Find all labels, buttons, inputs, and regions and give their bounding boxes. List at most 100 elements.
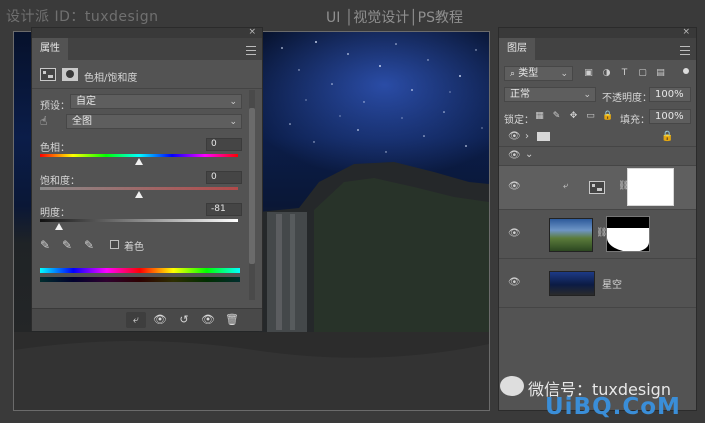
layers-menu-icon[interactable] bbox=[680, 46, 690, 55]
preset-value: 自定 bbox=[76, 96, 96, 107]
chevron-down-icon: ⌄ bbox=[229, 117, 237, 127]
properties-footer: ⤶ 👁 ↺ 👁 🗑 bbox=[32, 308, 262, 331]
colorize-checkbox[interactable] bbox=[110, 240, 119, 249]
eye-icon[interactable]: 👁 bbox=[508, 181, 521, 192]
lightness-slider-track[interactable] bbox=[40, 219, 238, 222]
chevron-right-icon[interactable]: › bbox=[525, 131, 529, 142]
properties-panel-topbar: × bbox=[32, 27, 262, 38]
eye-icon[interactable]: 👁 bbox=[508, 228, 521, 239]
chevron-down-icon: ⌄ bbox=[560, 69, 568, 79]
layer-name: 星空 bbox=[602, 280, 622, 291]
saturation-input[interactable]: 0 bbox=[206, 171, 242, 184]
chevron-down-icon[interactable]: ⌄ bbox=[525, 149, 533, 160]
view-previous-state-button[interactable]: 👁 bbox=[150, 312, 170, 328]
eyedropper-icon[interactable]: ✎ bbox=[40, 238, 50, 252]
opacity-input[interactable]: 100% bbox=[649, 87, 691, 102]
output-spectrum-bar bbox=[40, 277, 240, 282]
filter-pixel-icon[interactable]: ▣ bbox=[583, 68, 594, 78]
layer-thumbnail[interactable] bbox=[549, 218, 593, 252]
eye-icon[interactable]: 👁 bbox=[508, 131, 521, 142]
layers-tabbar: 图层 bbox=[499, 38, 696, 60]
clip-indicator-icon: ⤶ bbox=[563, 181, 569, 191]
properties-close-button[interactable]: × bbox=[248, 27, 256, 37]
lock-position-icon[interactable]: ✥ bbox=[568, 111, 579, 121]
layers-panel-topbar: × bbox=[499, 27, 696, 38]
divider bbox=[32, 88, 262, 89]
layer-mask-icon[interactable] bbox=[62, 68, 78, 81]
clip-to-layer-button[interactable]: ⤶ bbox=[126, 312, 146, 328]
filter-smart-object-icon[interactable]: ▤ bbox=[655, 68, 666, 78]
layer-row-waterfall[interactable]: 👁 ⛓ bbox=[499, 210, 696, 259]
filter-type-icon[interactable]: T bbox=[619, 68, 630, 78]
tab-layers[interactable]: 图层 bbox=[499, 38, 535, 60]
lock-label: 锁定： bbox=[504, 115, 534, 126]
lightness-label: 明度： bbox=[40, 208, 70, 219]
properties-tabbar: 属性 bbox=[32, 38, 262, 60]
properties-menu-icon[interactable] bbox=[246, 46, 256, 55]
toggle-visibility-button[interactable]: 👁 bbox=[198, 312, 218, 328]
site-watermark: UiBQ.CoM bbox=[545, 394, 681, 420]
saturation-slider-track[interactable] bbox=[40, 187, 238, 190]
hue-saturation-icon bbox=[589, 181, 605, 194]
blend-mode-dropdown[interactable]: 正常 ⌄ bbox=[504, 87, 596, 102]
properties-panel: × 属性 色相/饱和度 预设： 自定 ⌄ ☝ 全图 ⌄ 色相： 0 饱和度： 0… bbox=[31, 27, 263, 331]
lock-icon: 🔒 bbox=[661, 131, 674, 142]
targeted-adjustment-hand-icon[interactable]: ☝ bbox=[40, 114, 47, 128]
filter-shape-icon[interactable]: ▢ bbox=[637, 68, 648, 78]
eyedropper-plus-icon[interactable]: ✎ bbox=[62, 238, 72, 252]
hue-label: 色相： bbox=[40, 143, 70, 154]
fill-value: 100% bbox=[655, 111, 684, 122]
folder-icon bbox=[537, 132, 550, 141]
layer-row-group-2[interactable]: 👁 ⌄ bbox=[499, 147, 696, 166]
opacity-value: 100% bbox=[655, 89, 684, 100]
hue-slider-track[interactable] bbox=[40, 154, 238, 157]
lightness-slider-thumb[interactable] bbox=[54, 223, 63, 230]
stars bbox=[281, 41, 483, 153]
layer-mask-thumbnail[interactable] bbox=[606, 216, 650, 252]
layers-panel: × 图层 ⌕ 类型 ⌄ ▣ ◑ T ▢ ▤ 正常 ⌄ 不透明度： 100% 锁定… bbox=[498, 27, 697, 411]
hue-slider-thumb[interactable] bbox=[135, 158, 143, 165]
lock-artboard-icon[interactable]: ▭ bbox=[585, 111, 596, 121]
preset-dropdown[interactable]: 自定 ⌄ bbox=[70, 94, 242, 109]
layer-thumbnail[interactable] bbox=[549, 271, 595, 296]
adjustment-title-row: 色相/饱和度 bbox=[40, 68, 254, 84]
layer-filter-value: 类型 bbox=[518, 68, 539, 79]
tab-properties[interactable]: 属性 bbox=[32, 38, 68, 60]
adjustment-title: 色相/饱和度 bbox=[84, 73, 138, 84]
blend-mode-value: 正常 bbox=[510, 89, 530, 100]
hue-saturation-icon bbox=[40, 68, 56, 81]
header-watermark-center: UI │视觉设计│PS教程 bbox=[326, 10, 464, 26]
preset-label: 预设： bbox=[40, 101, 70, 112]
layers-close-button[interactable]: × bbox=[682, 27, 690, 37]
saturation-label: 饱和度： bbox=[40, 176, 80, 187]
layer-filter-dropdown[interactable]: ⌕ 类型 ⌄ bbox=[504, 66, 573, 81]
lock-pixels-icon[interactable]: ✎ bbox=[551, 111, 562, 121]
filter-toggle-icon[interactable] bbox=[683, 68, 689, 74]
channel-value: 全图 bbox=[72, 116, 92, 127]
eye-icon[interactable]: 👁 bbox=[508, 150, 521, 161]
lock-all-icon[interactable]: 🔒 bbox=[602, 111, 613, 121]
channel-dropdown[interactable]: 全图 ⌄ bbox=[66, 114, 242, 129]
chevron-down-icon: ⌄ bbox=[583, 90, 591, 100]
lightness-input[interactable]: -81 bbox=[206, 203, 242, 216]
colorize-label: 着色 bbox=[124, 242, 144, 253]
lock-transparent-icon[interactable]: ▦ bbox=[534, 111, 545, 121]
eye-icon[interactable]: 👁 bbox=[508, 277, 521, 288]
reset-button[interactable]: ↺ bbox=[174, 312, 194, 328]
fill-label: 填充： bbox=[620, 115, 650, 126]
properties-scrollbar[interactable] bbox=[249, 90, 255, 300]
delete-adjustment-button[interactable]: 🗑 bbox=[222, 312, 242, 328]
layer-row-group-1[interactable]: 👁 › 🔒 bbox=[499, 128, 696, 147]
saturation-slider-thumb[interactable] bbox=[135, 191, 143, 198]
chevron-down-icon: ⌄ bbox=[229, 97, 237, 107]
eyedropper-minus-icon[interactable]: ✎ bbox=[84, 238, 94, 252]
layer-row-hue-saturation[interactable]: 👁 ⤶ ⛓ bbox=[499, 166, 696, 210]
fill-input[interactable]: 100% bbox=[649, 109, 691, 124]
layer-mask-thumbnail[interactable] bbox=[627, 168, 674, 206]
properties-scroll-thumb[interactable] bbox=[249, 108, 255, 264]
filter-adjustment-icon[interactable]: ◑ bbox=[601, 68, 612, 78]
layer-row-starry-sky[interactable]: 👁 星空 bbox=[499, 259, 696, 308]
header-watermark-left: 设计派 ID：tuxdesign bbox=[6, 9, 159, 25]
hue-input[interactable]: 0 bbox=[206, 138, 242, 151]
search-icon: ⌕ bbox=[510, 69, 516, 79]
